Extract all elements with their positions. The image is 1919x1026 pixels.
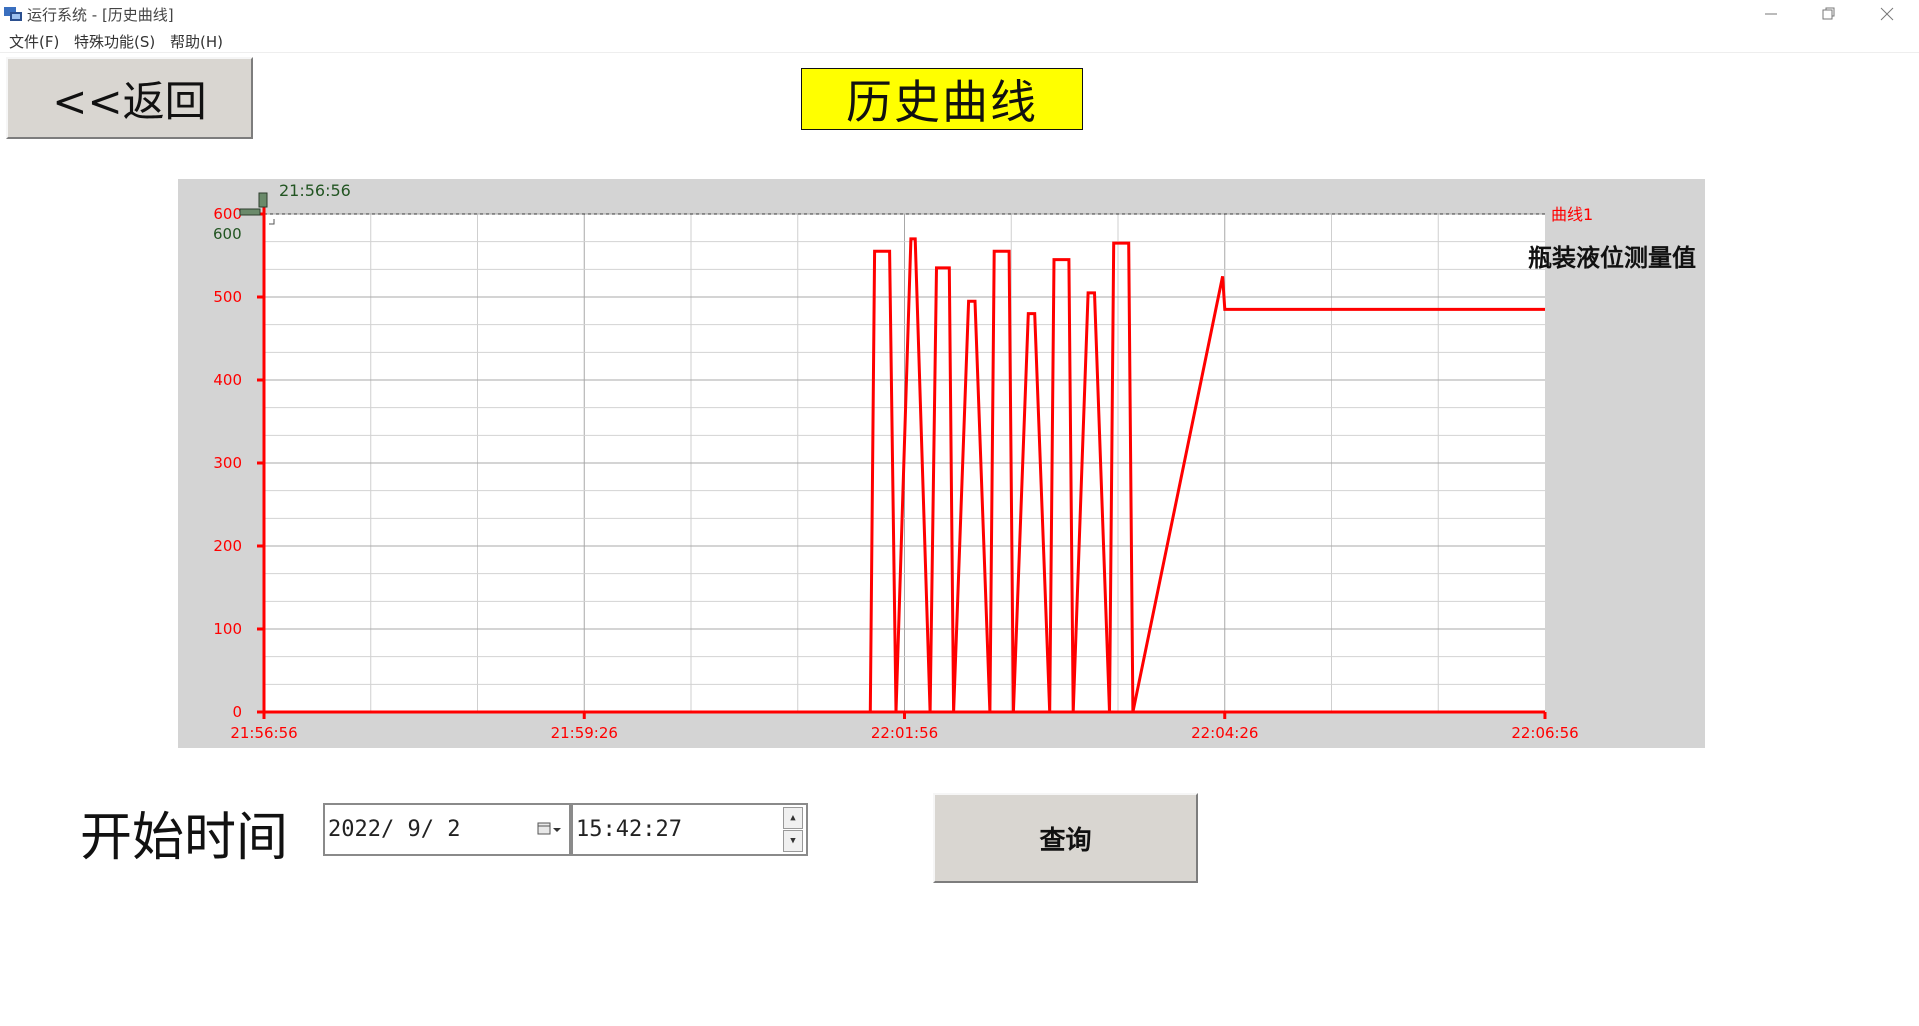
series-description-label: 瓶装液位测量值 (1528, 243, 1696, 272)
cursor-handle-icon (258, 192, 268, 208)
history-chart-panel: 0 100 200 300 400 500 600 21:56:56 21:59:26 22:01… (178, 179, 1705, 748)
x-tick-label: 22:01:56 (871, 724, 938, 742)
start-time-label: 开始时间 (80, 808, 289, 868)
y-tick-label: 200 (213, 537, 242, 555)
query-button[interactable]: 查询 (933, 793, 1198, 883)
legend-series-name: 曲线1 (1551, 205, 1593, 224)
time-spin-down-icon[interactable]: ▼ (783, 830, 803, 852)
x-tick-label: 21:56:56 (230, 724, 297, 742)
menu-file[interactable]: 文件(F) (9, 31, 59, 52)
close-icon (1880, 7, 1894, 21)
y-tick-label: 300 (213, 454, 242, 472)
cursor-value-label: 600 (213, 225, 242, 243)
x-tick-label: 22:04:26 (1191, 724, 1258, 742)
menu-special-functions[interactable]: 特殊功能(S) (74, 31, 155, 52)
minimize-icon (1765, 13, 1777, 15)
y-tick-label: 600 (213, 205, 242, 223)
date-picker[interactable]: 2022/ 9/ 2 (323, 803, 571, 856)
time-spin-up-icon[interactable]: ▲ (783, 807, 803, 829)
page-title: 历史曲线 (801, 68, 1083, 130)
restore-icon (1822, 7, 1835, 20)
x-tick-label: 22:06:56 (1511, 724, 1578, 742)
calendar-dropdown-icon[interactable] (537, 819, 563, 839)
y-tick-label: 100 (213, 620, 242, 638)
minimize-button[interactable] (1742, 0, 1800, 28)
cursor-time-label: 21:56:56 (279, 181, 351, 200)
history-chart: 0 100 200 300 400 500 600 21:56:56 21:59:26 22:01… (213, 181, 1593, 742)
date-value: 2022/ 9/ 2 (328, 817, 461, 842)
y-tick-label: 500 (213, 288, 242, 306)
restore-button[interactable] (1800, 0, 1858, 28)
close-button[interactable] (1858, 0, 1916, 28)
time-value: 15:42:27 (576, 817, 682, 842)
menu-bar: 文件(F) 特殊功能(S) 帮助(H) (0, 28, 1919, 53)
window-title: 运行系统 - [历史曲线] (27, 6, 174, 24)
app-icon (4, 7, 22, 21)
back-button[interactable]: <<返回 (6, 57, 253, 139)
y-tick-label: 400 (213, 371, 242, 389)
x-tick-label: 21:59:26 (551, 724, 618, 742)
title-bar: 运行系统 - [历史曲线] (0, 0, 1919, 28)
menu-help[interactable]: 帮助(H) (170, 31, 223, 52)
time-picker[interactable]: 15:42:27 ▲ ▼ (571, 803, 808, 856)
y-tick-label: 0 (232, 703, 242, 721)
